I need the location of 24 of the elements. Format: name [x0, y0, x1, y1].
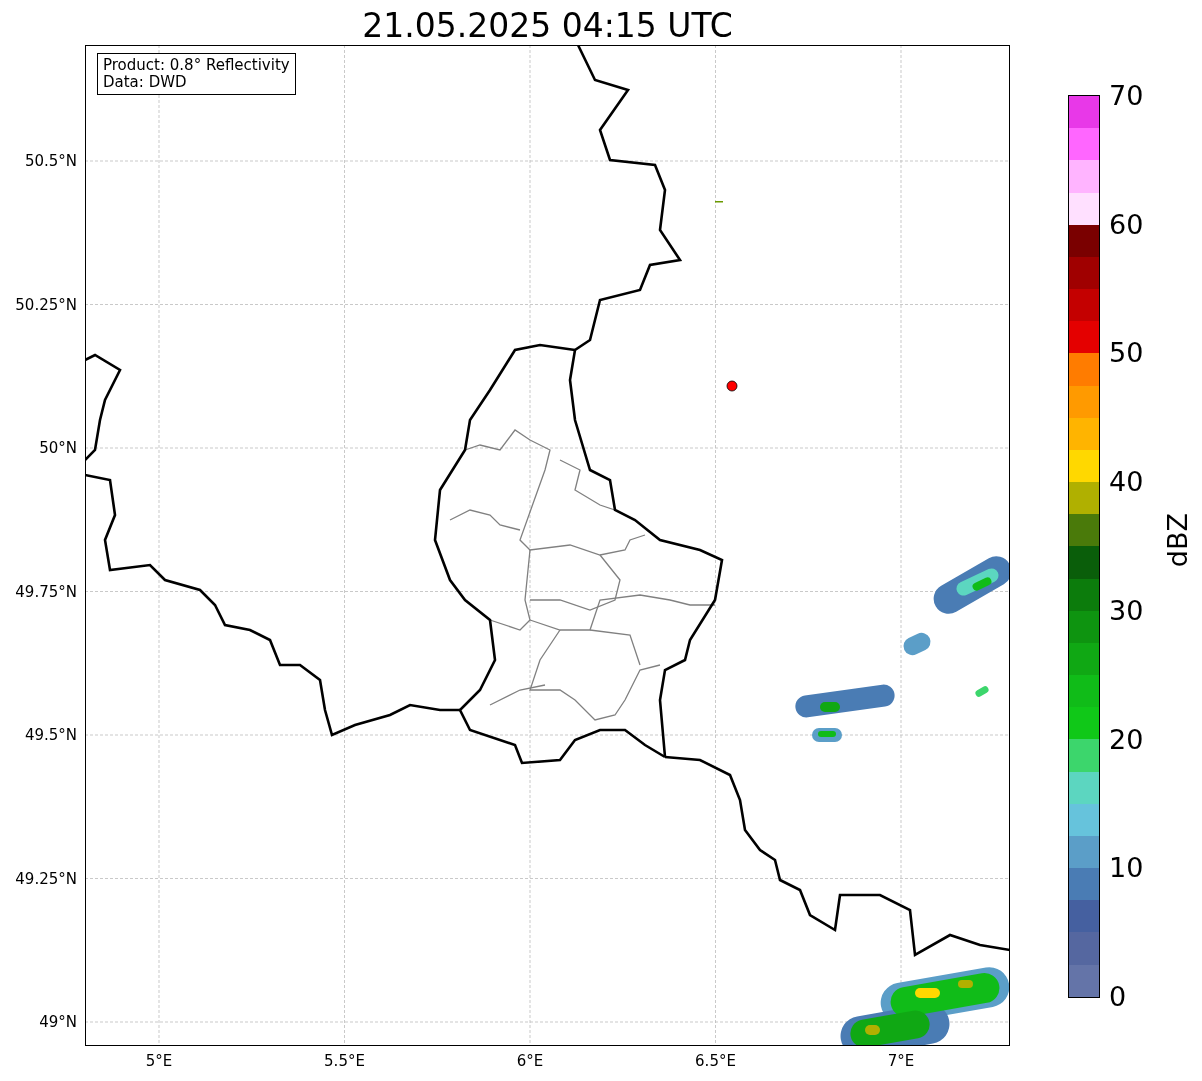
latitude-tick-label: 50.5°N — [24, 152, 77, 170]
colorbar-tick-label: 20 — [1109, 724, 1144, 755]
colorbar-tick-label: 10 — [1109, 853, 1144, 884]
colorbar-label: dBZ — [1162, 513, 1193, 568]
chart-title: 21.05.2025 04:15 UTC — [361, 5, 734, 45]
colorbar-tick-label: 60 — [1109, 209, 1144, 240]
latitude-tick-label: 49.5°N — [24, 726, 77, 744]
latitude-tick-label: 49.75°N — [15, 582, 77, 601]
colorbar-tick-label: 50 — [1109, 338, 1144, 369]
annotation-text: Data: DWD — [103, 74, 188, 91]
longitude-tick-label: 6°E — [516, 1052, 544, 1070]
colorbar-tick-label: 70 — [1109, 81, 1144, 111]
colorbar-tick-label: 40 — [1109, 467, 1144, 498]
annotation-text: Product: 0.8° Reflectivity — [103, 57, 290, 74]
longitude-tick-label: 5.5°E — [324, 1052, 365, 1070]
longitude-tick-label: 5°E — [145, 1052, 173, 1070]
longitude-tick-label: 7°E — [887, 1052, 915, 1070]
latitude-tick-label: 50°N — [39, 439, 77, 457]
latitude-tick-label: 49.25°N — [15, 869, 77, 888]
colorbar-tick-label: 0 — [1109, 982, 1127, 1012]
colorbar-tick-label: 30 — [1109, 595, 1144, 626]
longitude-tick-label: 6.5°E — [695, 1052, 736, 1070]
latitude-tick-label: 50.25°N — [15, 295, 77, 314]
latitude-tick-label: 49°N — [39, 1013, 77, 1031]
